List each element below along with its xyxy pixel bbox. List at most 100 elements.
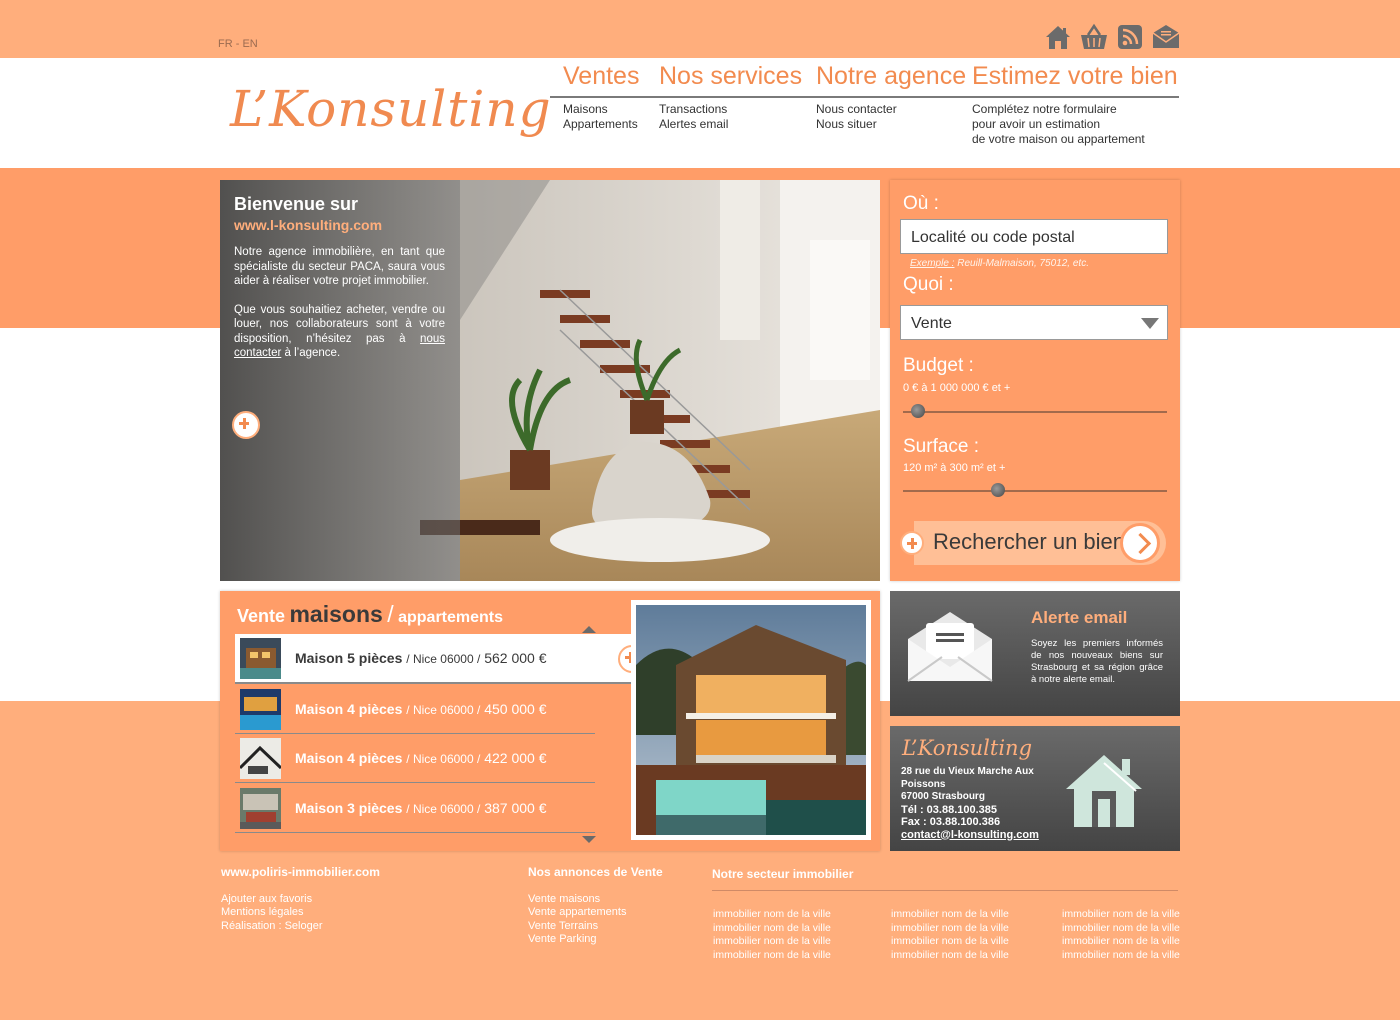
nav-link-transactions[interactable]: Transactions (659, 102, 728, 117)
basket-icon[interactable] (1079, 22, 1109, 52)
secteur-link[interactable]: immobilier nom de la ville (891, 935, 1009, 949)
contact-address: 28 rue du Vieux Marche Aux Poissons (901, 766, 1034, 790)
vente-panel: Vente maisons / appartements Maison 5 pi… (220, 591, 880, 851)
what-label: Quoi : (903, 274, 954, 295)
footer-link-parking[interactable]: Vente Parking (528, 933, 663, 947)
listing-location: / Nice 06000 / (406, 802, 481, 816)
footer-secteur-title: Notre secteur immobilier (712, 867, 854, 882)
nav-title-ventes[interactable]: Ventes (563, 58, 639, 91)
secteur-title: Notre secteur immobilier (712, 867, 854, 881)
nav-link-appartements[interactable]: Appartements (563, 117, 638, 132)
listing-item[interactable]: Maison 4 pièces / Nice 06000 / 450 000 € (235, 685, 595, 734)
secteur-link[interactable]: immobilier nom de la ville (891, 922, 1009, 936)
listing-text: Maison 3 pièces / Nice 06000 / 387 000 € (295, 800, 547, 816)
location-input[interactable]: Localité ou code postal (900, 219, 1168, 254)
secteur-link[interactable]: immobilier nom de la ville (891, 908, 1009, 922)
site-logo[interactable]: L’Konsulting (230, 80, 552, 138)
hero-more-button[interactable] (232, 411, 260, 439)
envelope-icon (907, 612, 993, 682)
footer-link-maisons[interactable]: Vente maisons (528, 893, 663, 907)
footer-col-1: www.poliris-immobilier.com Ajouter aux f… (221, 865, 380, 934)
footer-link-favoris[interactable]: Ajouter aux favoris (221, 893, 380, 907)
footer-link-appartements[interactable]: Vente appartements (528, 906, 663, 920)
nav-link-contacter[interactable]: Nous contacter (816, 102, 897, 117)
nav-divider (550, 96, 1179, 98)
hero-text-panel: Bienvenue sur www.l-konsulting.com Notre… (220, 180, 460, 581)
vente-title-maisons[interactable]: maisons (289, 601, 382, 627)
footer-link-realisation[interactable]: Réalisation : Seloger (221, 920, 380, 934)
mail-icon[interactable] (1151, 22, 1181, 52)
footer-site-link[interactable]: www.poliris-immobilier.com (221, 865, 380, 880)
secteur-col-1: immobilier nom de la ville immobilier no… (713, 908, 831, 962)
nav-sub-services: Transactions Alertes email (659, 102, 728, 132)
secteur-link[interactable]: immobilier nom de la ville (1062, 949, 1180, 963)
nav-title-services[interactable]: Nos services (659, 58, 802, 91)
listing-thumbnail (240, 689, 281, 730)
surface-slider-handle[interactable] (990, 483, 1005, 497)
budget-slider[interactable] (903, 404, 1167, 418)
secteur-link[interactable]: immobilier nom de la ville (713, 908, 831, 922)
secteur-link[interactable]: immobilier nom de la ville (891, 949, 1009, 963)
nav-title-agence[interactable]: Notre agence (816, 58, 966, 91)
search-button[interactable]: Rechercher un bien (914, 521, 1166, 565)
featured-photo[interactable] (631, 600, 871, 840)
listing-thumbnail (240, 788, 281, 829)
search-panel: Où : Localité ou code postal Exemple : R… (890, 180, 1180, 581)
secteur-link[interactable]: immobilier nom de la ville (713, 922, 831, 936)
nav-link-maisons[interactable]: Maisons (563, 102, 638, 117)
listing-item[interactable]: Maison 4 pièces / Nice 06000 / 422 000 € (235, 734, 595, 783)
contact-fax: Fax : 03.88.100.386 (901, 816, 1001, 828)
nav-sub-estimez: Complétez notre formulaire pour avoir un… (972, 102, 1145, 147)
scroll-down-icon[interactable] (582, 836, 596, 843)
listing-thumbnail (240, 638, 281, 679)
budget-slider-handle[interactable] (910, 404, 925, 418)
alert-title: Alerte email (1031, 608, 1128, 627)
nav-estimez-line1[interactable]: Complétez notre formulaire (972, 102, 1145, 117)
alert-email-panel[interactable]: Alerte email Soyez les premiers informés… (890, 591, 1180, 716)
home-icon[interactable] (1043, 22, 1073, 52)
nav-estimez-line2[interactable]: pour avoir un estimation (972, 117, 1145, 132)
vente-title-appartements[interactable]: appartements (398, 609, 503, 626)
listing-price: 450 000 € (484, 701, 547, 717)
language-switcher[interactable]: FR - EN (218, 38, 258, 50)
contact-panel: L’Konsulting 28 rue du Vieux Marche Aux … (890, 726, 1180, 851)
secteur-link[interactable]: immobilier nom de la ville (1062, 935, 1180, 949)
surface-slider[interactable] (903, 483, 1167, 497)
listing-item[interactable]: Maison 3 pièces / Nice 06000 / 387 000 € (235, 784, 595, 833)
listing-text: Maison 5 pièces / Nice 06000 / 562 000 € (295, 650, 547, 666)
scroll-up-icon[interactable] (582, 626, 596, 633)
contact-email-link[interactable]: contact@l-konsulting.com (901, 829, 1039, 841)
nav-agence: Notre agence (816, 58, 966, 91)
secteur-link[interactable]: immobilier nom de la ville (713, 949, 831, 963)
chevron-down-icon (1141, 318, 1159, 329)
nav-link-situer[interactable]: Nous situer (816, 117, 897, 132)
listing-item[interactable]: Maison 5 pièces / Nice 06000 / 562 000 € (235, 634, 631, 684)
contact-city: 67000 Strasbourg (901, 791, 985, 802)
hero-banner: Bienvenue sur www.l-konsulting.com Notre… (220, 180, 880, 581)
listing-name: Maison 5 pièces (295, 650, 403, 666)
nav-estimez: Estimez votre bien (972, 58, 1178, 91)
listing-text: Maison 4 pièces / Nice 06000 / 450 000 € (295, 701, 547, 717)
secteur-link[interactable]: immobilier nom de la ville (1062, 908, 1180, 922)
hero-url[interactable]: www.l-konsulting.com (234, 217, 382, 233)
footer-link-terrains[interactable]: Vente Terrains (528, 920, 663, 934)
nav-link-alertes[interactable]: Alertes email (659, 117, 728, 132)
footer-link-mentions[interactable]: Mentions légales (221, 906, 380, 920)
nav-title-estimez[interactable]: Estimez votre bien (972, 58, 1178, 91)
listing-thumbnail (240, 738, 281, 779)
surface-range: 120 m² à 300 m² et + (903, 462, 1006, 474)
secteur-col-3: immobilier nom de la ville immobilier no… (1062, 908, 1180, 962)
secteur-link[interactable]: immobilier nom de la ville (713, 935, 831, 949)
search-plus-icon (900, 531, 924, 555)
type-select[interactable]: Vente (900, 305, 1168, 340)
listing-name: Maison 3 pièces (295, 800, 403, 816)
vente-title-slash: / (387, 601, 394, 627)
hero-paragraph-1: Notre agence immobilière, en tant que sp… (234, 246, 445, 287)
nav-services: Nos services (659, 58, 802, 91)
contact-logo: L’Konsulting (902, 736, 1033, 760)
secteur-link[interactable]: immobilier nom de la ville (1062, 922, 1180, 936)
main-nav: Ventes Maisons Appartements Nos services… (550, 58, 1180, 168)
hero-p2-text: Que vous souhaitiez acheter, vendre ou l… (234, 303, 445, 345)
nav-estimez-line3[interactable]: de votre maison ou appartement (972, 132, 1145, 147)
rss-icon[interactable] (1115, 22, 1145, 52)
